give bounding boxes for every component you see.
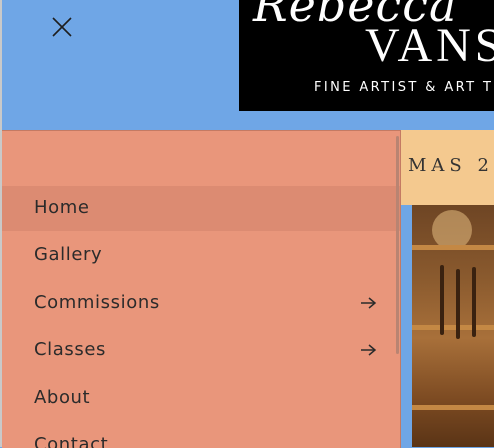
menu-item-gallery[interactable]: Gallery	[2, 233, 400, 278]
banner-text: MAS 20	[408, 155, 494, 176]
arrow-right-icon[interactable]	[359, 295, 377, 311]
logo-name-text: VANS	[365, 19, 494, 72]
navigation-menu: Home Gallery Commissions Classes About C…	[2, 130, 401, 448]
menu-item-label: Commissions	[34, 292, 160, 313]
menu-item-about[interactable]: About	[2, 376, 400, 421]
menu-item-label: Gallery	[34, 244, 103, 265]
close-menu-button[interactable]	[50, 15, 74, 39]
menu-item-home[interactable]: Home	[2, 186, 400, 231]
menu-item-classes[interactable]: Classes	[2, 328, 400, 373]
promo-banner: MAS 20	[401, 130, 494, 205]
arrow-right-icon[interactable]	[359, 342, 377, 358]
close-icon	[52, 17, 72, 37]
menu-item-label: Classes	[34, 339, 107, 360]
logo-tagline: FINE ARTIST & ART T	[314, 80, 494, 95]
menu-scrollbar[interactable]	[396, 136, 399, 354]
site-logo[interactable]: Rebecca VANS FINE ARTIST & ART T	[239, 0, 494, 111]
menu-item-label: About	[34, 387, 91, 408]
menu-item-contact[interactable]: Contact	[2, 423, 400, 448]
menu-item-commissions[interactable]: Commissions	[2, 281, 400, 326]
menu-item-label: Contact	[34, 434, 109, 448]
menu-item-label: Home	[34, 197, 90, 218]
studio-photo	[412, 205, 494, 447]
